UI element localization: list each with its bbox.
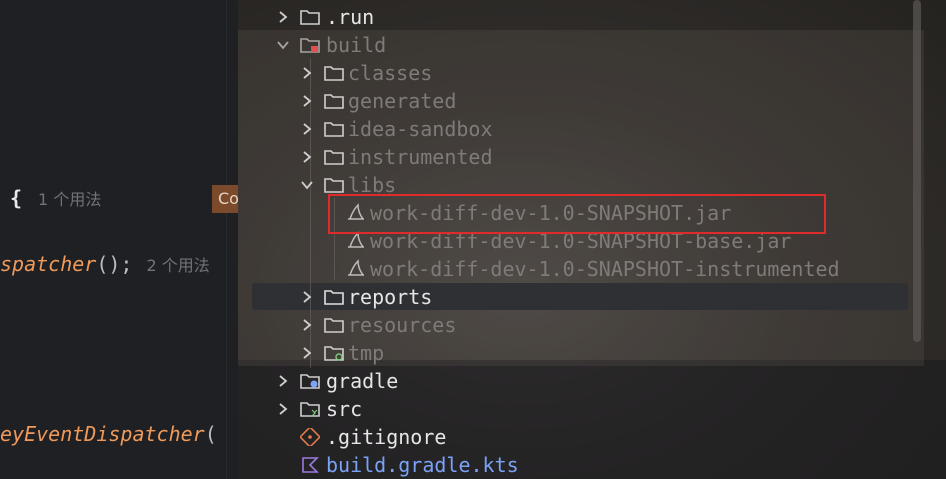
folder-icon [324, 92, 344, 110]
folder-icon [300, 8, 320, 26]
tree-item-label: resources [348, 313, 457, 337]
tree-item-label: .gitignore [326, 425, 447, 449]
tree-item-label: idea-sandbox [348, 117, 493, 141]
method-call: spatcher [0, 252, 97, 276]
folder-icon [324, 176, 344, 194]
chevron-right-icon[interactable] [300, 290, 314, 304]
code-line-brace[interactable]: {1 个用法 [10, 184, 101, 212]
tree-item-label: reports [348, 285, 433, 309]
source-folder-icon [300, 400, 320, 418]
tree-item-label: src [326, 397, 363, 421]
tree-item-label: .run [326, 5, 375, 29]
tree-item-label: tmp [348, 341, 385, 365]
kotlin-icon [300, 456, 320, 474]
temp-folder-icon [324, 344, 344, 362]
inline-badge[interactable]: Co [212, 185, 238, 213]
chevron-right-icon[interactable] [300, 122, 314, 136]
tree-item-label: build.gradle.kts [326, 453, 519, 477]
folder-icon [324, 288, 344, 306]
call-parens: (); [96, 252, 133, 276]
tree-scrollbar[interactable] [913, 0, 921, 342]
call-open-paren: ( [204, 422, 217, 446]
chevron-right-icon[interactable] [276, 10, 290, 24]
method-call-key: eyEventDispatcher [0, 422, 205, 446]
chevron-right-icon[interactable] [300, 346, 314, 360]
folder-icon [324, 120, 344, 138]
chevron-right-icon[interactable] [300, 66, 314, 80]
tree-item-label: classes [348, 61, 433, 85]
code-editor[interactable]: {1 个用法 Co spatcher(); 2 个用法 eyEventDispat… [0, 0, 238, 479]
code-line-dispatcher[interactable]: spatcher(); 2 个用法 [0, 250, 210, 278]
code-line-key-dispatcher[interactable]: eyEventDispatcher( [0, 420, 217, 448]
gradle-folder-icon [300, 372, 320, 390]
chevron-right-icon[interactable] [276, 402, 290, 416]
usage-hint[interactable]: 1 个用法 [38, 190, 101, 209]
jar-icon [346, 259, 366, 277]
tree-item-label: gradle [326, 369, 399, 393]
chevron-right-icon[interactable] [276, 374, 290, 388]
highlight-annotation [328, 194, 826, 234]
brace-token: { [10, 186, 23, 210]
chevron-down-icon[interactable] [300, 178, 314, 192]
tree-item-label: build [326, 33, 387, 57]
usage-hint-2[interactable]: 2 个用法 [146, 256, 209, 275]
folder-icon [324, 64, 344, 82]
tree-item-label: generated [348, 89, 457, 113]
folder-icon [324, 316, 344, 334]
chevron-down-icon[interactable] [276, 38, 290, 52]
tree-item-label: instrumented [348, 145, 493, 169]
excluded-folder-icon [300, 36, 320, 54]
editor-divider [226, 0, 227, 479]
chevron-right-icon[interactable] [300, 94, 314, 108]
chevron-right-icon[interactable] [300, 150, 314, 164]
chevron-right-icon[interactable] [300, 318, 314, 332]
tree-item-label: work-diff-dev-1.0-SNAPSHOT-instrumented [370, 257, 840, 281]
folder-icon [324, 148, 344, 166]
git-icon [300, 428, 320, 446]
